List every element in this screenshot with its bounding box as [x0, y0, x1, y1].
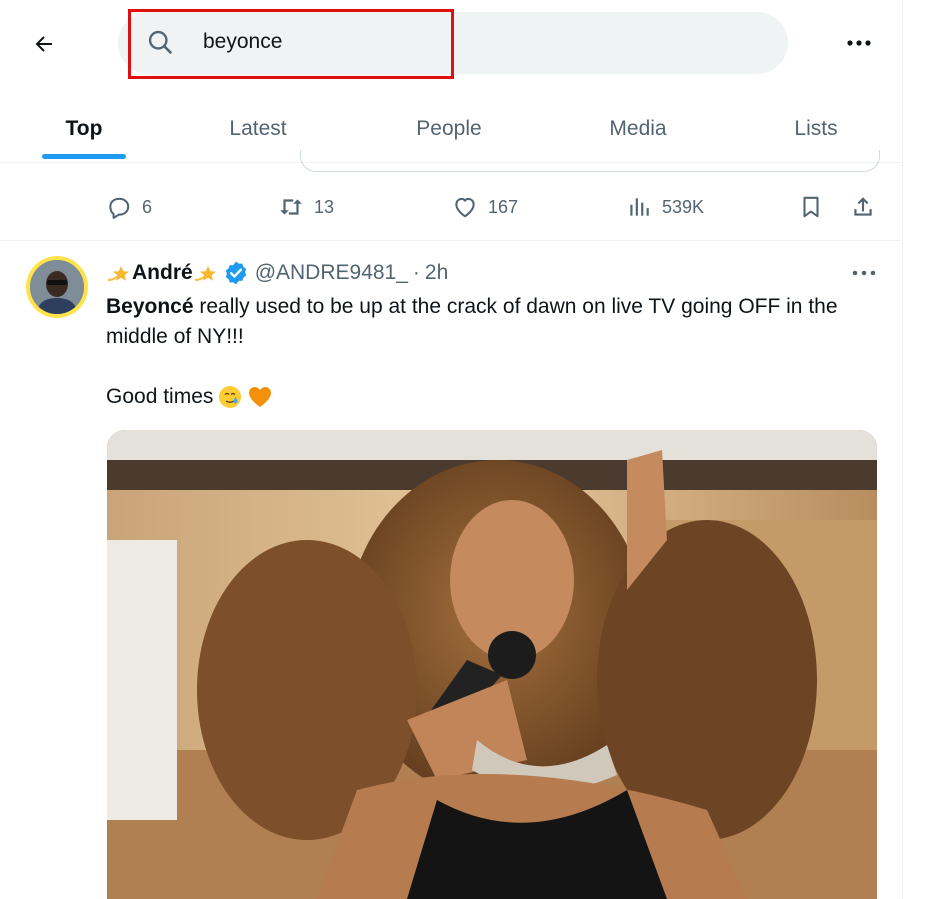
- bookmark-button[interactable]: [798, 190, 824, 224]
- dizzy-star-icon: [107, 266, 129, 281]
- tweet-author-line: André @ANDRE9481_ · 2h: [106, 258, 448, 288]
- previous-tweet-actions: 6 13 167 539K: [106, 190, 886, 224]
- retweet-icon: [280, 199, 302, 215]
- active-tab-indicator: [42, 154, 126, 159]
- views-count: 539K: [662, 196, 705, 217]
- reply-count: 6: [142, 196, 153, 217]
- verified-badge-icon: [225, 261, 246, 285]
- tweet-time[interactable]: 2h: [425, 261, 448, 285]
- more-options-button[interactable]: [838, 24, 880, 62]
- display-name[interactable]: André: [132, 261, 193, 285]
- tab-latest[interactable]: Latest: [208, 96, 308, 162]
- reply-icon: [109, 197, 130, 219]
- like-count: 167: [488, 196, 519, 217]
- reply-button[interactable]: 6: [106, 190, 152, 224]
- more-icon: [847, 40, 871, 46]
- tweet-media-video[interactable]: [107, 430, 877, 899]
- tweet-text-good-times: Good times: [106, 385, 214, 408]
- tweet-text-line2: Good times: [106, 382, 273, 412]
- previous-tweet-card-edge: [300, 150, 880, 172]
- views-icon: [630, 198, 649, 216]
- tweet-text-bold: Beyoncé: [106, 295, 194, 318]
- tweet-text: Beyoncé really used to be up at the crac…: [106, 292, 886, 352]
- like-icon: [455, 197, 475, 218]
- tweet-divider: [0, 240, 902, 241]
- back-arrow-icon: [35, 36, 52, 52]
- share-button[interactable]: [850, 190, 876, 224]
- retweet-count: 13: [314, 196, 335, 217]
- tweet-more-button[interactable]: [846, 258, 882, 288]
- back-button[interactable]: [26, 26, 62, 62]
- orange-heart-emoji-icon: [249, 387, 272, 407]
- more-icon: [852, 270, 876, 276]
- user-handle[interactable]: @ANDRE9481_: [255, 261, 408, 285]
- meta-separator: ·: [412, 261, 420, 284]
- retweet-button[interactable]: 13: [278, 190, 334, 224]
- search-icon: [148, 30, 172, 54]
- tearful-smile-emoji-icon: [219, 386, 242, 408]
- search-input[interactable]: [188, 22, 763, 62]
- column-border: [902, 0, 903, 899]
- avatar-photo: [30, 260, 84, 314]
- search-header: Top Latest People Media Lists: [0, 0, 902, 163]
- dizzy-star-icon: [194, 266, 216, 281]
- share-icon: [854, 197, 872, 216]
- views-button[interactable]: 539K: [626, 190, 704, 224]
- bookmark-icon: [803, 196, 819, 218]
- like-button[interactable]: 167: [452, 190, 518, 224]
- avatar[interactable]: [26, 256, 88, 318]
- tweet-text-rest: really used to be up at the crack of daw…: [106, 295, 838, 348]
- tab-top[interactable]: Top: [42, 96, 126, 162]
